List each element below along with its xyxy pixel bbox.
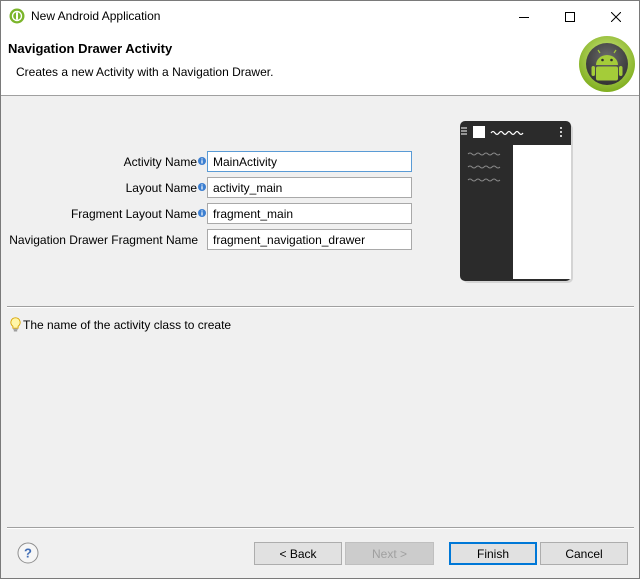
page-description: Creates a new Activity with a Navigation…	[16, 65, 274, 79]
window-title: New Android Application	[31, 9, 161, 23]
back-button[interactable]: < Back	[254, 542, 342, 565]
minimize-button[interactable]	[501, 1, 547, 32]
hint-text: The name of the activity class to create	[23, 317, 232, 332]
navigation-drawer-fragment-name-input[interactable]	[207, 229, 412, 250]
lightbulb-icon	[10, 317, 21, 332]
svg-text:?: ?	[24, 546, 32, 561]
fragment-layout-name-input[interactable]	[207, 203, 412, 224]
cancel-button[interactable]: Cancel	[540, 542, 628, 565]
finish-button[interactable]: Finish	[449, 542, 537, 565]
app-icon	[9, 8, 25, 24]
separator	[7, 306, 634, 308]
close-button[interactable]	[593, 1, 639, 32]
navigation-drawer-preview	[460, 121, 573, 283]
close-icon	[611, 11, 621, 22]
info-icon	[198, 209, 206, 217]
maximize-button[interactable]	[547, 1, 593, 32]
wizard-banner: Navigation Drawer Activity Creates a new…	[1, 32, 639, 96]
hint-message: The name of the activity class to create	[10, 317, 231, 332]
minimize-icon	[519, 16, 529, 18]
separator	[7, 527, 634, 529]
layout-name-label: Layout Name	[125, 181, 197, 195]
info-icon	[198, 157, 206, 165]
page-title: Navigation Drawer Activity	[8, 41, 173, 56]
android-logo-icon	[579, 36, 635, 92]
dialog-window: New Android Application Navigation Drawe…	[0, 0, 640, 579]
activity-name-label: Activity Name	[123, 155, 197, 169]
activity-name-input[interactable]	[207, 151, 412, 172]
navigation-drawer-fragment-name-label: Navigation Drawer Fragment Name	[9, 233, 198, 247]
fragment-layout-name-label: Fragment Layout Name	[70, 207, 197, 221]
title-bar: New Android Application	[1, 1, 639, 32]
maximize-icon	[565, 11, 575, 22]
info-icon	[198, 183, 206, 191]
layout-name-input[interactable]	[207, 177, 412, 198]
next-button[interactable]: Next >	[345, 542, 434, 565]
help-icon[interactable]: ?	[17, 542, 39, 564]
